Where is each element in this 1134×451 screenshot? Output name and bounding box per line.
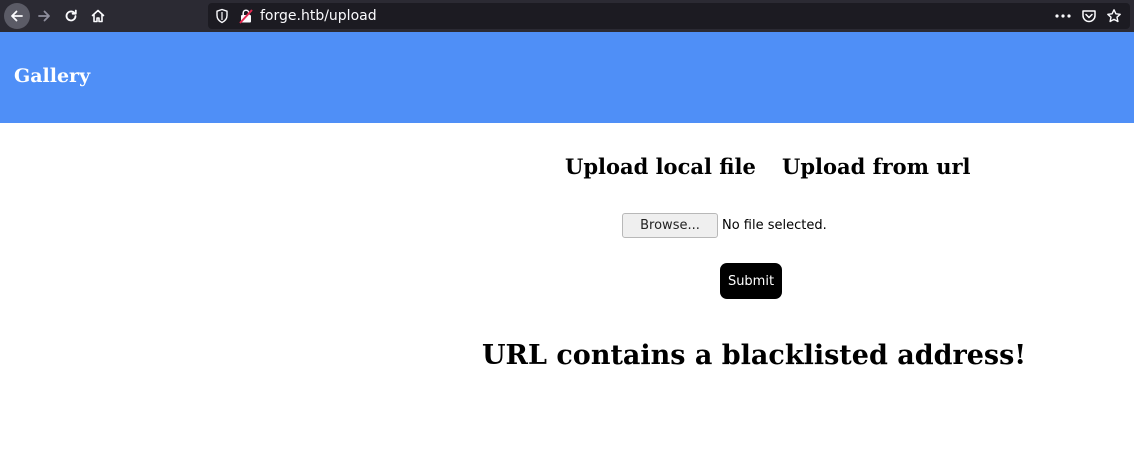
url-text[interactable]: forge.htb/upload	[260, 7, 377, 25]
file-status-text: No file selected.	[722, 218, 827, 233]
more-actions-icon[interactable]	[1054, 6, 1072, 26]
bookmark-star-icon[interactable]	[1106, 8, 1122, 24]
forward-button[interactable]	[31, 3, 57, 29]
tab-upload-local-file[interactable]: Upload local file	[565, 153, 756, 181]
home-button[interactable]	[85, 3, 111, 29]
forward-arrow-icon	[38, 10, 50, 22]
shield-icon[interactable]	[215, 8, 229, 24]
pocket-icon[interactable]	[1081, 8, 1097, 24]
address-bar[interactable]: forge.htb/upload	[208, 3, 1130, 29]
reload-icon	[65, 9, 77, 22]
tab-upload-from-url[interactable]: Upload from url	[782, 153, 971, 181]
brand-link[interactable]: Gallery	[14, 64, 90, 88]
back-button[interactable]	[4, 3, 30, 29]
browser-toolbar: forge.htb/upload	[0, 0, 1134, 32]
site-header: Gallery	[0, 32, 1134, 123]
home-icon	[91, 9, 105, 23]
error-message: URL contains a blacklisted address!	[482, 340, 1027, 371]
submit-button[interactable]: Submit	[720, 263, 782, 299]
browse-button[interactable]: Browse...	[622, 213, 718, 238]
reload-button[interactable]	[58, 3, 84, 29]
insecure-lock-icon[interactable]	[239, 8, 253, 24]
back-arrow-icon	[11, 10, 23, 22]
